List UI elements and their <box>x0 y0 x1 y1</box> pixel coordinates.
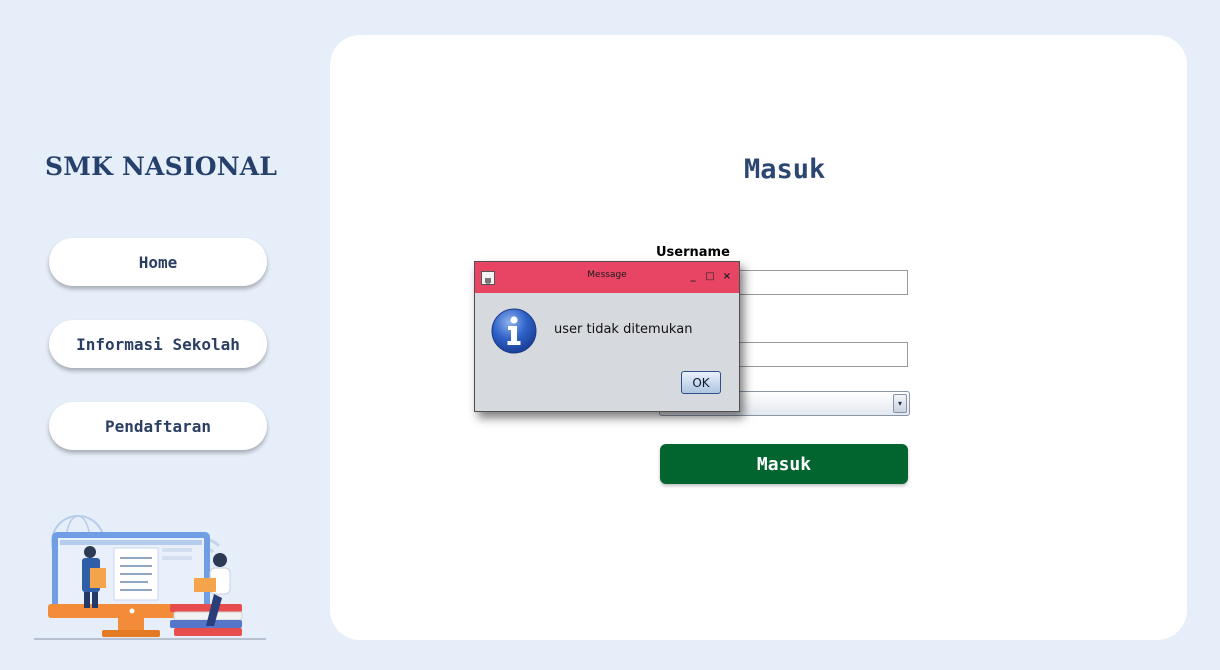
dialog-titlebar[interactable]: Message _ □ × <box>475 262 739 293</box>
nav-home-button[interactable]: Home <box>49 238 267 286</box>
maximize-icon[interactable]: □ <box>704 270 716 284</box>
page-title: Masuk <box>744 154 826 185</box>
dialog-message: user tidak ditemukan <box>554 322 693 337</box>
ok-button[interactable]: OK <box>681 371 721 394</box>
close-icon[interactable]: × <box>721 270 733 284</box>
message-dialog: Message _ □ × user tidak ditemukan OK <box>474 261 740 412</box>
minimize-icon[interactable]: _ <box>687 270 699 284</box>
dialog-title: Message <box>587 270 627 280</box>
online-learning-illustration <box>34 515 266 640</box>
brand-title: SMK NASIONAL <box>45 152 278 181</box>
nav-pendaftaran-button[interactable]: Pendaftaran <box>49 402 267 450</box>
chevron-down-icon[interactable]: ▾ <box>893 394 907 413</box>
login-panel <box>330 35 1187 640</box>
nav-informasi-sekolah-button[interactable]: Informasi Sekolah <box>49 320 267 368</box>
login-button[interactable]: Masuk <box>660 444 908 484</box>
username-label: Username <box>656 245 730 260</box>
info-icon <box>491 308 537 354</box>
